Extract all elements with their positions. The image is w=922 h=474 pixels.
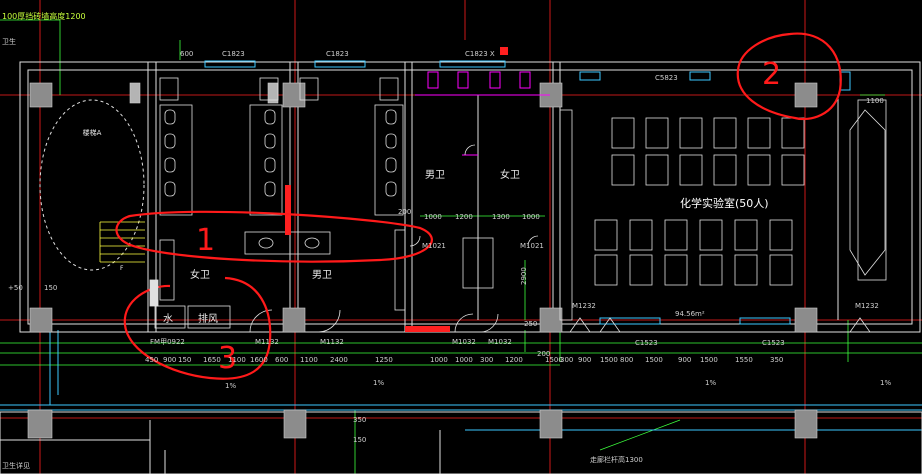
room-pipe: 排风 xyxy=(198,312,218,325)
dim-v-150b: 150 xyxy=(353,436,366,444)
room-lab: 化学实验室(50人) xyxy=(680,196,769,210)
door-m7: M1232 xyxy=(572,302,596,310)
dim-side-450: +50 xyxy=(8,284,23,292)
dimension-value: 1500 xyxy=(645,356,663,364)
door-m8: M1232 xyxy=(855,302,879,310)
door-m4: M1032 xyxy=(488,338,512,346)
pct-1: 1% xyxy=(373,379,384,387)
dimension-value: 900 xyxy=(678,356,691,364)
pct-4: 1% xyxy=(225,382,236,390)
cad-floor-plan: 楼梯A F 1 2 3 100厚挡砖墙高度1200 卫生 C1823 C1823… xyxy=(0,0,922,474)
dimension-value: 1500 xyxy=(700,356,718,364)
dimension-value: 1300 xyxy=(492,213,510,221)
window-label-3: C1823 X xyxy=(465,50,495,58)
door-m5: M1021 xyxy=(422,242,446,250)
room-female-wc-mid: 女卫 xyxy=(500,168,520,181)
dimension-value: 1000 xyxy=(522,213,540,221)
window-label-1: C1823 xyxy=(222,50,245,58)
dimension-value: 300 xyxy=(560,356,573,364)
top-note: 100厚挡砖墙高度1200 xyxy=(2,11,86,21)
pct-3: 1% xyxy=(880,379,891,387)
magenta-fixtures xyxy=(285,71,550,332)
lab-desks xyxy=(559,99,887,321)
dimension-value: 1000 xyxy=(455,356,473,364)
dimension-value: 1250 xyxy=(375,356,393,364)
room-male-wc-left: 男卫 xyxy=(312,269,332,281)
pct-2: 1% xyxy=(705,379,716,387)
svg-text:F: F xyxy=(120,265,124,272)
dimension-value: 450 xyxy=(145,356,158,364)
window-label-4: C5823 xyxy=(655,74,678,82)
window-label-5: C1523 xyxy=(635,339,658,347)
dim-right-1100: 1100 xyxy=(866,97,884,105)
dimension-value: 900 xyxy=(578,356,591,364)
dimension-value: 1500 xyxy=(600,356,618,364)
door-m1: M1132 xyxy=(255,338,279,346)
dimension-value: 1200 xyxy=(505,356,523,364)
left-note: 卫生 xyxy=(2,37,16,46)
dimension-value: 1000 xyxy=(424,213,442,221)
door-m3: M1032 xyxy=(452,338,476,346)
annotation-label-2: 2 xyxy=(762,57,781,92)
plan-drawing: 楼梯A F 1 2 3 100厚挡砖墙高度1200 卫生 C1823 C1823… xyxy=(0,0,922,474)
dim-v-200a: 200 xyxy=(398,208,411,216)
door-fm: FM甲0922 xyxy=(150,338,185,346)
dim-top-small: 600 xyxy=(180,50,193,58)
window-marker xyxy=(500,47,508,55)
dim-side-150: 150 xyxy=(44,284,57,292)
room-water: 水 xyxy=(163,313,173,325)
dim-v-350: 350 xyxy=(353,416,366,424)
window-label-2: C1823 xyxy=(326,50,349,58)
dimension-value: 150 xyxy=(178,356,191,364)
annotation-label-1: 1 xyxy=(196,223,215,258)
dim-v-2900: 2900 xyxy=(520,267,528,285)
door-m2: M1132 xyxy=(320,338,344,346)
dimension-value: 600 xyxy=(275,356,288,364)
room-male-wc-mid: 男卫 xyxy=(425,169,445,181)
dimension-value: 1550 xyxy=(735,356,753,364)
bottom-left-note: 卫生详见 xyxy=(2,461,30,470)
window-label-6: C1523 xyxy=(762,339,785,347)
dimension-value: 1200 xyxy=(455,213,473,221)
room-area: 94.56m² xyxy=(675,310,705,318)
dimension-value: 900 xyxy=(163,356,176,364)
annotation-ellipse-2 xyxy=(736,32,842,121)
axis-lines xyxy=(0,0,922,474)
dim-v-250: 250 xyxy=(524,320,537,328)
dimension-value: 1000 xyxy=(430,356,448,364)
dimension-value: 800 xyxy=(620,356,633,364)
dimension-value: 2400 xyxy=(330,356,348,364)
dimension-value: 1600 xyxy=(250,356,268,364)
stair-a: 楼梯A F xyxy=(39,99,145,272)
dimension-value: 300 xyxy=(480,356,493,364)
stair-label: 楼梯A xyxy=(83,128,102,137)
dimension-value: 1100 xyxy=(228,356,246,364)
bottom-note: 走廊栏杆高1300 xyxy=(590,455,643,464)
dimension-value: 1650 xyxy=(203,356,221,364)
dimension-chain-bottom: 450 900 150 1650 1100 1600 600 1100 2400 1250 1000… xyxy=(145,356,783,364)
dimension-value: 1100 xyxy=(300,356,318,364)
dimension-value: 350 xyxy=(770,356,783,364)
walls xyxy=(0,61,922,474)
door-m6: M1021 xyxy=(520,242,544,250)
columns xyxy=(27,82,818,439)
dimension-chain-mid: 1000 1200 1300 1000 xyxy=(424,213,540,221)
room-female-wc-left: 女卫 xyxy=(190,268,210,281)
